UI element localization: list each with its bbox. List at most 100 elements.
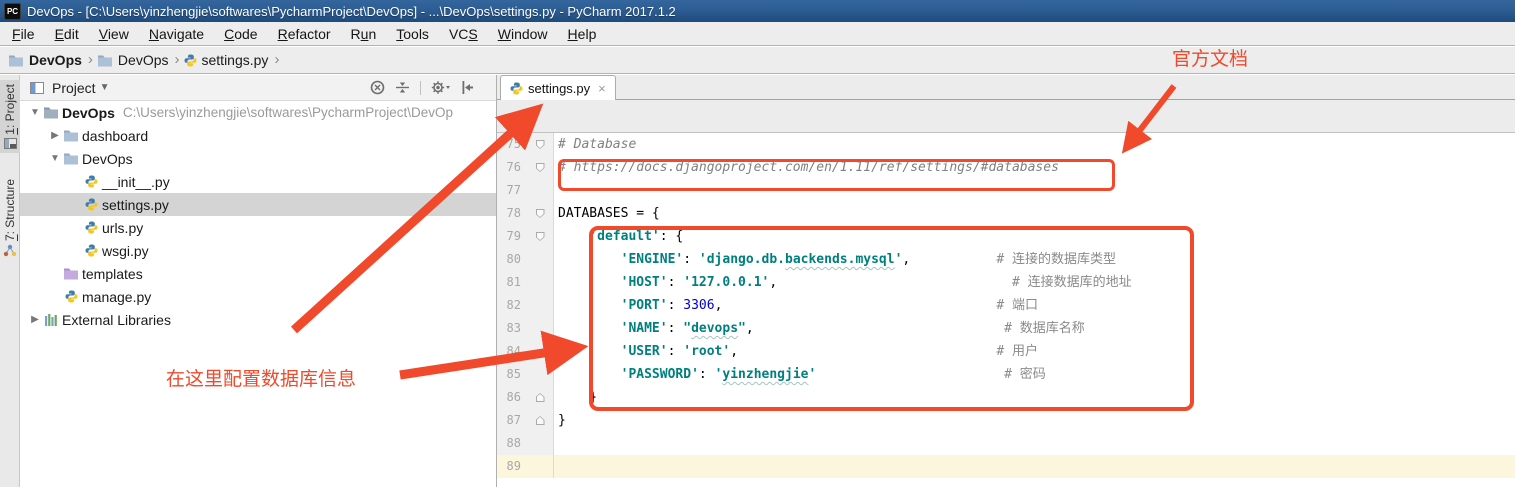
code-line-text: 'default': {: [554, 225, 1515, 248]
gutter-fold-column: [527, 432, 554, 455]
code-area[interactable]: 75# Database76 # https://docs.djangoproje…: [497, 133, 1515, 478]
menu-view[interactable]: View: [89, 26, 139, 42]
chevron-down-icon[interactable]: ▼: [100, 82, 110, 93]
fold-marker-icon[interactable]: [527, 202, 554, 225]
project-tree: ▼ DevOps C:\Users\yinzhengjie\softwares\Py…: [20, 101, 496, 331]
code-line-79[interactable]: 79 'default': {: [497, 225, 1515, 248]
breadcrumb-item[interactable]: settings.py: [184, 52, 269, 68]
line-number: 83: [497, 317, 527, 340]
gutter-fold-column: [527, 248, 554, 271]
menu-code[interactable]: Code: [214, 26, 267, 42]
settings-gear-icon[interactable]: [431, 80, 451, 95]
line-number: 79: [497, 225, 527, 248]
line-number: 89: [497, 455, 527, 478]
gutter-fold-column: [527, 455, 554, 478]
python-file-icon: [82, 221, 100, 234]
code-line-84[interactable]: 84 'USER': 'root', # 用户: [497, 340, 1515, 363]
code-line-78[interactable]: 78DATABASES = {: [497, 202, 1515, 225]
tree-item-dashboard[interactable]: ▶dashboard: [20, 124, 496, 147]
code-line-text: # Database: [554, 133, 1515, 156]
code-line-86[interactable]: 86 }: [497, 386, 1515, 409]
code-line-76[interactable]: 76 # https://docs.djangoproject.com/en/1.…: [497, 156, 1515, 179]
menu-navigate[interactable]: Navigate: [139, 26, 214, 42]
tree-item-devops[interactable]: ▼ DevOps: [20, 147, 496, 170]
menu-vcs[interactable]: VCS: [439, 26, 488, 42]
collapse-all-icon[interactable]: [395, 80, 410, 95]
line-number: 78: [497, 202, 527, 225]
code-line-81[interactable]: 81 'HOST': '127.0.0.1', # 连接数据库的地址: [497, 271, 1515, 294]
tree-item-settings-py[interactable]: settings.py: [20, 193, 496, 216]
breadcrumb-item[interactable]: DevOps: [97, 52, 169, 68]
expand-arrow-icon[interactable]: ▼: [28, 107, 42, 118]
line-number: 76: [497, 156, 527, 179]
code-line-75[interactable]: 75# Database: [497, 133, 1515, 156]
code-line-82[interactable]: 82 'PORT': 3306, # 端口: [497, 294, 1515, 317]
tool-window-bar: 1: Project 7: Structure: [0, 75, 20, 487]
structure-icon: [3, 244, 17, 257]
code-line-text: 'HOST': '127.0.0.1', # 连接数据库的地址: [554, 271, 1515, 294]
tree-item-label: External Libraries: [62, 312, 171, 328]
code-line-77[interactable]: 77: [497, 179, 1515, 202]
menu-window[interactable]: Window: [488, 26, 558, 42]
menu-tools[interactable]: Tools: [386, 26, 439, 42]
tree-item-label: DevOps: [82, 151, 133, 167]
menu-help[interactable]: Help: [558, 26, 607, 42]
code-line-85[interactable]: 85 'PASSWORD': 'yinzhengjie' # 密码: [497, 363, 1515, 386]
project-icon: [4, 138, 17, 149]
expand-arrow-icon[interactable]: ▶: [28, 314, 42, 325]
breadcrumb-label: DevOps: [29, 52, 82, 68]
line-number: 81: [497, 271, 527, 294]
gutter-fold-column: [527, 179, 554, 202]
menu-run[interactable]: Run: [341, 26, 387, 42]
locate-icon[interactable]: [370, 80, 385, 95]
code-line-88[interactable]: 88: [497, 432, 1515, 455]
code-line-text: 'USER': 'root', # 用户: [554, 340, 1515, 363]
code-line-89[interactable]: 89: [497, 455, 1515, 478]
tree-item-external-libraries[interactable]: ▶ External Libraries: [20, 308, 496, 331]
fold-marker-icon[interactable]: [527, 386, 554, 409]
project-panel-header: Project ▼: [20, 75, 496, 101]
tree-item-devops[interactable]: ▼DevOpsC:\Users\yinzhengjie\softwares\Py…: [20, 101, 496, 124]
breadcrumb-separator: ›: [88, 51, 93, 68]
breadcrumb-label: settings.py: [202, 52, 269, 68]
line-number: 86: [497, 386, 527, 409]
tree-item-manage-py[interactable]: manage.py: [20, 285, 496, 308]
code-line-text: 'PORT': 3306, # 端口: [554, 294, 1515, 317]
tree-item-wsgi-py[interactable]: wsgi.py: [20, 239, 496, 262]
fold-marker-icon[interactable]: [527, 133, 554, 156]
code-line-87[interactable]: 87}: [497, 409, 1515, 432]
code-line-80[interactable]: 80 'ENGINE': 'django.db.backends.mysql',…: [497, 248, 1515, 271]
tab-settings-py[interactable]: settings.py ×: [500, 75, 616, 100]
code-line-text: # https://docs.djangoproject.com/en/1.11…: [554, 156, 1515, 179]
expand-arrow-icon[interactable]: ▼: [48, 153, 62, 164]
annotation-label-configure-db: 在这里配置数据库信息: [166, 364, 356, 391]
folder-icon: [62, 152, 80, 165]
menu-file[interactable]: File: [2, 26, 45, 42]
tree-item-urls-py[interactable]: urls.py: [20, 216, 496, 239]
hide-panel-icon[interactable]: [461, 80, 474, 95]
pycharm-app-icon: PC: [4, 3, 21, 20]
expand-arrow-icon[interactable]: ▶: [48, 130, 62, 141]
line-number: 77: [497, 179, 527, 202]
tree-item-templates[interactable]: templates: [20, 262, 496, 285]
code-line-83[interactable]: 83 'NAME': "devops", # 数据库名称: [497, 317, 1515, 340]
tree-item-label: templates: [82, 266, 143, 282]
menu-edit[interactable]: Edit: [45, 26, 89, 42]
fold-marker-icon[interactable]: [527, 156, 554, 179]
project-panel-title[interactable]: Project: [52, 80, 96, 96]
menu-refactor[interactable]: Refactor: [268, 26, 341, 42]
fold-marker-icon[interactable]: [527, 225, 554, 248]
fold-marker-icon[interactable]: [527, 409, 554, 432]
breadcrumb-label: DevOps: [118, 52, 169, 68]
folder-icon: [97, 54, 113, 67]
tree-item--init-py[interactable]: __init__.py: [20, 170, 496, 193]
code-line-text: 'NAME': "devops", # 数据库名称: [554, 317, 1515, 340]
tool-window-tab-project[interactable]: 1: Project: [0, 80, 20, 153]
tool-window-tab-structure[interactable]: 7: Structure: [0, 175, 20, 261]
breadcrumb-item[interactable]: DevOps: [8, 52, 82, 68]
python-file-icon: [82, 198, 100, 211]
project-root-path: C:\Users\yinzhengjie\softwares\PycharmPr…: [123, 105, 453, 120]
code-line-text: }: [554, 409, 1515, 432]
window-title: DevOps - [C:\Users\yinzhengjie\softwares…: [27, 4, 676, 19]
close-icon[interactable]: ×: [598, 81, 606, 96]
